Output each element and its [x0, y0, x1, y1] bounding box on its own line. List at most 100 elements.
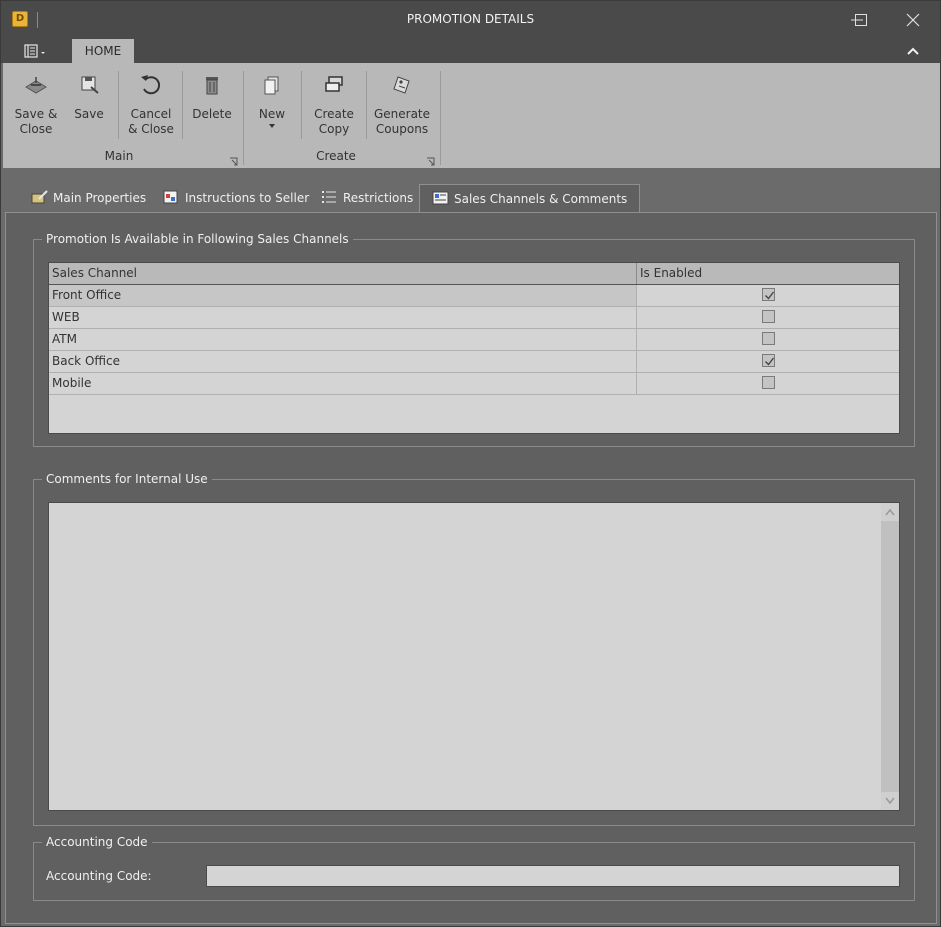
checkmark-icon: [765, 291, 775, 300]
comments-scrollbar[interactable]: [881, 503, 899, 810]
new-label: New: [258, 107, 286, 121]
column-header-sales-channel[interactable]: Sales Channel: [52, 266, 137, 280]
is-enabled-checkbox[interactable]: [762, 310, 775, 323]
create-copy-label-1: Create: [314, 107, 354, 121]
undo-icon: [138, 71, 164, 101]
ribbon-group-divider: [440, 71, 441, 165]
save-close-button[interactable]: Save & Close: [11, 71, 61, 137]
scrollbar-track[interactable]: [881, 521, 899, 792]
new-dropdown-icon: [269, 124, 275, 128]
cancel-close-label-2: & Close: [128, 122, 174, 136]
maximize-icon: [855, 14, 867, 26]
new-button[interactable]: New: [253, 71, 291, 129]
table-row[interactable]: Mobile: [49, 373, 899, 395]
comments-group: Comments for Internal Use: [33, 471, 915, 826]
tab-home[interactable]: HOME: [72, 39, 134, 63]
ribbon-separator: [118, 71, 119, 139]
table-row[interactable]: WEB: [49, 307, 899, 329]
app-menu-icon: [24, 44, 45, 58]
create-copy-button[interactable]: Create Copy: [309, 71, 359, 137]
maximize-button[interactable]: [846, 7, 874, 33]
title-bar[interactable]: D PROMOTION DETAILS: [1, 1, 940, 39]
delete-button[interactable]: Delete: [190, 71, 234, 122]
ribbon: Save & Close Save Cancel & Close Delete: [3, 63, 940, 168]
table-row[interactable]: ATM: [49, 329, 899, 351]
accounting-code-group-title: Accounting Code: [42, 834, 152, 850]
tab-restrictions[interactable]: Restrictions: [321, 184, 413, 212]
comments-textarea[interactable]: [48, 502, 900, 811]
tab-instructions-to-seller[interactable]: Instructions to Seller: [163, 184, 309, 212]
is-enabled-checkbox[interactable]: [762, 332, 775, 345]
delete-label: Delete: [192, 107, 232, 121]
is-enabled-checkbox[interactable]: [762, 354, 775, 367]
generate-coupons-button[interactable]: Generate Coupons: [373, 71, 431, 137]
tab-sales-channels-comments-label: Sales Channels & Comments: [454, 192, 628, 206]
tab-restrictions-label: Restrictions: [343, 191, 414, 205]
ribbon-separator: [366, 71, 367, 139]
menu-bar: HOME: [1, 39, 940, 63]
column-separator: [636, 329, 637, 350]
scroll-up-icon[interactable]: [885, 508, 895, 516]
sales-channel-cell[interactable]: WEB: [49, 307, 636, 328]
create-copy-label-2: Copy: [318, 122, 350, 136]
collapse-ribbon-button[interactable]: [906, 45, 920, 57]
tab-instructions-to-seller-label: Instructions to Seller: [185, 191, 310, 205]
sales-channels-group-title: Promotion Is Available in Following Sale…: [42, 231, 353, 247]
generate-coupons-label-2: Coupons: [375, 122, 429, 136]
sales-channel-cell[interactable]: Mobile: [49, 373, 636, 394]
column-separator: [636, 307, 637, 328]
sales-channels-group: Promotion Is Available in Following Sale…: [33, 231, 915, 447]
column-header-is-enabled[interactable]: Is Enabled: [640, 266, 702, 280]
window-title: PROMOTION DETAILS: [406, 12, 535, 26]
chevron-up-icon: [907, 47, 919, 55]
is-enabled-checkbox[interactable]: [762, 288, 775, 301]
tab-main-properties-label: Main Properties: [53, 191, 147, 205]
save-icon: [76, 71, 102, 101]
sales-channels-grid[interactable]: Sales Channel Is Enabled Front Office WEB…: [48, 262, 900, 434]
save-close-label-2: Close: [19, 122, 53, 136]
accounting-code-label: Accounting Code:: [46, 869, 152, 883]
list-icon: [321, 186, 339, 203]
new-document-icon: [259, 71, 285, 101]
column-separator: [636, 373, 637, 394]
tab-sales-channels-comments[interactable]: Sales Channels & Comments: [419, 184, 641, 212]
save-button[interactable]: Save: [69, 71, 109, 122]
close-icon: [906, 13, 920, 27]
cancel-close-label-1: Cancel: [130, 107, 172, 121]
table-row[interactable]: Front Office: [49, 285, 899, 307]
app-menu-button[interactable]: [23, 43, 49, 61]
grid-header: Sales Channel Is Enabled: [49, 263, 899, 285]
accounting-code-input[interactable]: [206, 865, 900, 887]
promotion-details-window: D PROMOTION DETAILS HOME Save & Close Sa…: [0, 0, 941, 927]
is-enabled-checkbox[interactable]: [762, 376, 775, 389]
ribbon-separator: [301, 71, 302, 139]
instructions-icon: [163, 186, 181, 204]
ribbon-group-main-label: Main: [104, 149, 134, 163]
coupon-icon: [389, 71, 415, 101]
table-row[interactable]: Back Office: [49, 351, 899, 373]
tab-main-properties[interactable]: Main Properties: [31, 184, 146, 212]
close-window-button[interactable]: [899, 7, 927, 33]
content-area: Main Properties Instructions to Seller R…: [3, 168, 940, 926]
sales-channel-cell[interactable]: Front Office: [49, 285, 636, 306]
comments-group-title: Comments for Internal Use: [42, 471, 212, 487]
create-group-launcher-button[interactable]: [426, 155, 435, 166]
column-separator: [636, 351, 637, 372]
column-separator: [636, 285, 637, 306]
comments-card-icon: [432, 187, 450, 205]
ribbon-separator: [182, 71, 183, 139]
scroll-down-icon[interactable]: [885, 797, 895, 805]
main-group-launcher-button[interactable]: [229, 155, 238, 166]
trash-icon: [199, 71, 225, 101]
copy-icon: [321, 71, 347, 101]
checkmark-icon: [765, 357, 775, 366]
save-close-icon: [23, 71, 49, 101]
save-close-label-1: Save &: [14, 107, 58, 121]
save-label: Save: [74, 107, 104, 121]
column-separator[interactable]: [636, 263, 637, 284]
sales-channel-cell[interactable]: ATM: [49, 329, 636, 350]
sales-channel-cell[interactable]: Back Office: [49, 351, 636, 372]
edit-properties-icon: [31, 186, 49, 204]
cancel-close-button[interactable]: Cancel & Close: [127, 71, 175, 137]
tab-strip: Main Properties Instructions to Seller R…: [3, 184, 940, 212]
